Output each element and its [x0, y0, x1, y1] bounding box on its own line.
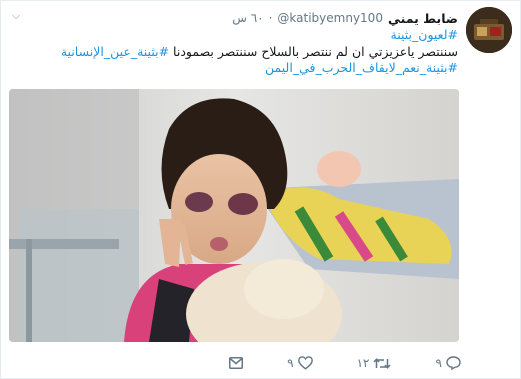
user-handle[interactable]: @katibyemny100	[277, 11, 383, 25]
retweet-count: ١٢	[356, 356, 370, 370]
like-count: ٩	[287, 356, 294, 370]
like-action[interactable]: ٩	[287, 353, 313, 373]
hashtag-link[interactable]: #بثينة_نعم_لايقاف_الحرب_في_اليمن	[265, 60, 458, 75]
direct-message-action[interactable]	[229, 353, 243, 373]
photo-image	[9, 89, 459, 342]
tweet-card[interactable]: ⌵ ضابط يمني @katibyemny100 · ٦٠ س #لعيون…	[0, 0, 521, 379]
display-name[interactable]: ضابط يمني	[388, 11, 458, 26]
tweet-sentence: سننتصر ياعزيزتي ان لم ننتصر بالسلاح سننت…	[169, 43, 458, 59]
tweet-line-2: سننتصر ياعزيزتي ان لم ننتصر بالسلاح سننت…	[6, 44, 458, 61]
separator-dot: ·	[268, 11, 273, 25]
envelope-icon[interactable]	[229, 357, 243, 369]
timestamp[interactable]: ٦٠ س	[232, 11, 263, 25]
tweet-photo[interactable]	[9, 89, 459, 342]
tweet-text: #لعيون_بثينة سننتصر ياعزيزتي ان لم ننتصر…	[6, 27, 458, 77]
tweet-header: ضابط يمني @katibyemny100 · ٦٠ س	[232, 9, 458, 27]
chevron-down-icon[interactable]: ⌵	[9, 9, 23, 23]
tweet-line-1: #لعيون_بثينة	[6, 27, 458, 44]
hashtag-link[interactable]: #بثينة_عين_الإنسانية	[61, 44, 169, 59]
retweet-action[interactable]: ١٢	[357, 353, 392, 373]
tweet-actions: ٩ ١٢ ٩	[229, 353, 461, 373]
hashtag-link[interactable]: #لعيون_بثينة	[391, 27, 458, 42]
tweet-line-3: #بثينة_نعم_لايقاف_الحرب_في_اليمن	[6, 60, 458, 77]
reply-icon[interactable]	[446, 356, 461, 370]
reply-count: ٩	[435, 356, 442, 370]
reply-action[interactable]: ٩	[436, 353, 461, 373]
retweet-icon[interactable]	[373, 357, 392, 370]
avatar[interactable]	[466, 7, 512, 53]
heart-icon[interactable]	[297, 356, 313, 370]
